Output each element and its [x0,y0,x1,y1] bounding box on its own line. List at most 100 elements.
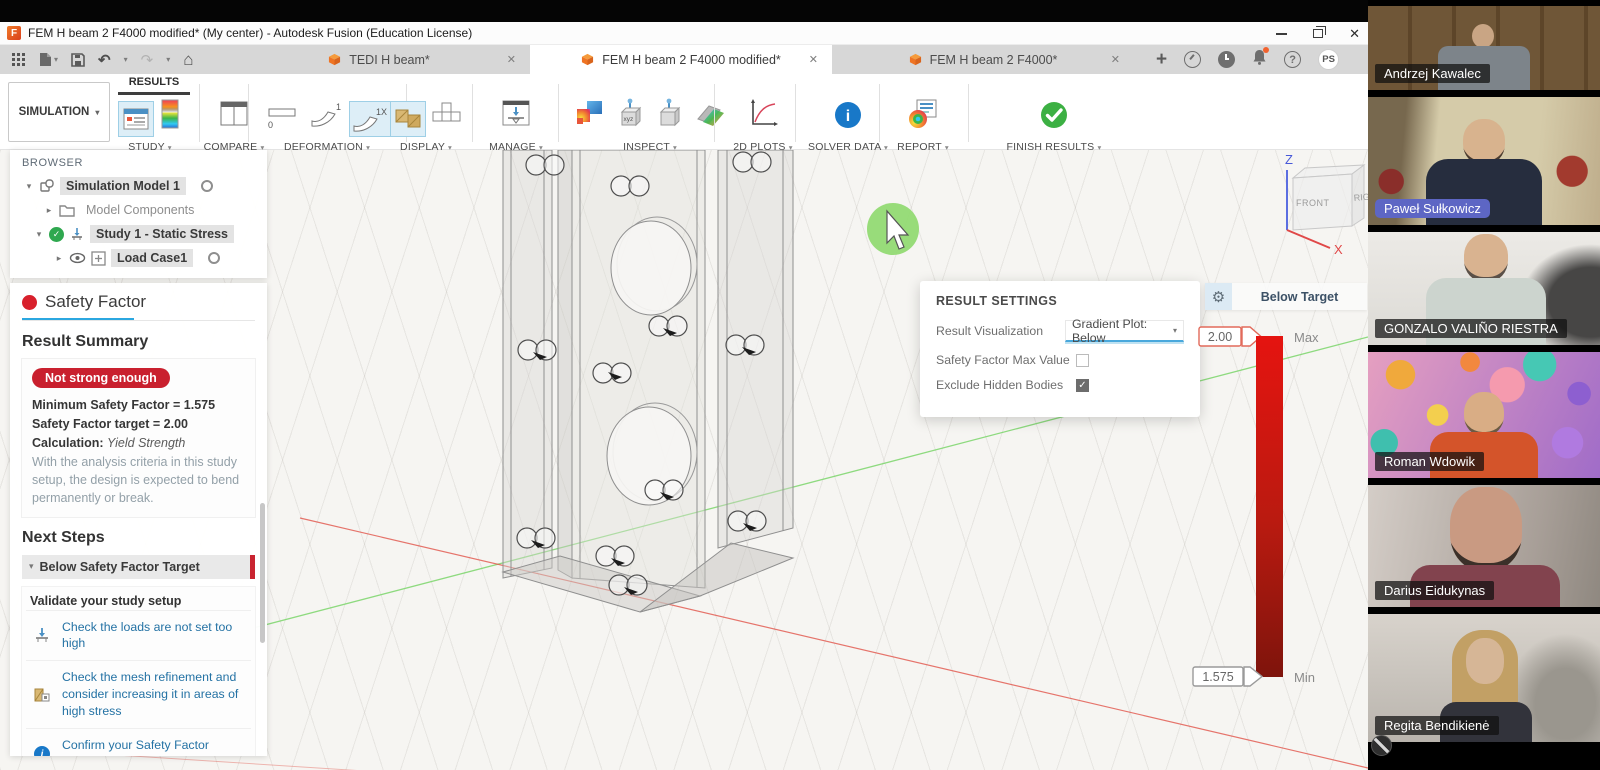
tab-fem-h-beam[interactable]: FEM H beam 2 F4000* ✕ [832,45,1134,74]
view-cube[interactable]: Z FRONT RIGHT X [1285,152,1368,257]
home-icon[interactable]: ⌂ [183,50,193,70]
job-status-icon[interactable] [1184,51,1201,68]
tab-close-icon[interactable]: ✕ [1111,53,1120,66]
tab-close-icon[interactable]: ✕ [507,53,516,66]
results-context-tab[interactable]: RESULTS [118,76,190,88]
tree-item-simulation-model[interactable]: ▾ Simulation Model 1 [10,174,267,198]
safety-factor-legend-bar [1256,336,1283,677]
close-window-button[interactable]: ✕ [1349,27,1360,40]
chevron-down-icon[interactable]: ▾ [34,229,44,240]
cursor [867,203,919,255]
toolbar-divider [248,84,249,142]
app-grid-icon[interactable] [12,53,26,67]
tree-item-label: Simulation Model 1 [60,177,186,195]
tab-tedi-h-beam[interactable]: TEDI H beam* ✕ [228,45,530,74]
dialog-title: RESULT SETTINGS [936,294,1184,308]
solver-data-icon[interactable]: i [832,99,864,136]
deformation-scaled-icon[interactable]: 1 [307,97,345,136]
participant-figure [1464,392,1504,436]
inspect-probe-xyz-icon[interactable]: xyz [614,97,648,136]
notification-dot [1263,47,1269,53]
svg-text:0: 0 [268,120,273,130]
group-report: REPORT ▾ [885,96,961,153]
compare-icon[interactable] [217,97,251,136]
activate-radio-icon[interactable] [208,252,220,264]
2d-plots-icon[interactable] [746,97,780,136]
group-inspect: xyz INSPECT ▾ [562,96,738,153]
participant-video[interactable]: Darius Eidukynas [1368,485,1600,607]
min-safety-factor-line: Minimum Safety Factor = 1.575 [32,396,245,415]
study-report-icon[interactable] [119,102,153,136]
new-file-icon[interactable]: ▾ [39,52,58,67]
visibility-eye-icon[interactable] [69,252,86,264]
exclude-hidden-bodies-checkbox[interactable]: ✓ [1076,379,1089,392]
chevron-down-icon[interactable]: ▾ [24,181,34,192]
toolbar-divider [968,84,969,142]
safety-factor-max-checkbox[interactable] [1076,354,1089,367]
safety-factor-target-line: Safety Factor target = 2.00 [32,415,245,434]
validate-study-card: Validate your study setup Check the load… [22,587,255,757]
display-wire-icon[interactable] [430,97,462,136]
panel-scrollbar-thumb[interactable] [260,503,265,643]
redo-icon[interactable]: ↷ [141,51,154,69]
display-mesh-icon[interactable] [391,102,425,136]
workspace-selector[interactable]: SIMULATION ▾ [8,82,110,142]
tab-fem-h-beam-modified[interactable]: FEM H beam 2 F4000 modified* ✕ [530,45,832,74]
participant-figure [1464,234,1508,282]
finish-results-icon[interactable] [1038,99,1070,136]
suggestion-confirm-requirement[interactable]: i Confirm your Safety Factor requirement [26,728,251,756]
group-finish-results: FINISH RESULTS ▾ [998,96,1110,153]
result-type-title: Safety Factor [45,292,146,312]
recent-activity-icon[interactable] [1218,51,1235,68]
participant-video[interactable]: Paweł Sułkowicz [1368,97,1600,225]
below-target-section-row[interactable]: ▾ Below Safety Factor Target [22,555,255,579]
chevron-right-icon[interactable]: ▸ [44,205,54,216]
participant-video[interactable]: Andrzej Kawalec [1368,6,1600,90]
result-visualization-dropdown[interactable]: Gradient Plot: Below ▾ [1065,320,1184,342]
component-icon [39,178,55,194]
legend-min-value-field[interactable]: 1.575 [1192,666,1270,688]
new-tab-button[interactable]: + [1156,49,1167,71]
activate-radio-icon[interactable] [201,180,213,192]
legend-max-label: Max [1294,330,1319,345]
tree-item-label: Model Components [80,201,200,219]
group-manage: MANAGE ▾ [478,96,554,153]
participant-video[interactable]: GONZALO VALIÑO RIESTRA [1368,232,1600,345]
exclude-hidden-bodies-label: Exclude Hidden Bodies [936,378,1076,392]
tree-item-study-1[interactable]: ▾ ✓ Study 1 - Static Stress [10,222,267,246]
participant-figure [1466,638,1504,684]
participant-video[interactable]: Roman Wdowik [1368,352,1600,478]
toolbar-divider [558,84,559,142]
top-black-strip [0,0,1368,22]
chevron-right-icon[interactable]: ▸ [54,253,64,264]
tab-close-icon[interactable]: ✕ [809,53,818,66]
undo-caret-icon[interactable]: ▾ [124,55,128,64]
result-summary-heading: Result Summary [22,333,255,351]
user-avatar[interactable]: PS [1318,49,1339,70]
inspect-probe-icon[interactable] [653,97,687,136]
legend-gear-icon[interactable]: ⚙ [1205,283,1232,310]
suggestion-mesh-refinement[interactable]: Check the mesh refinement and consider i… [26,660,251,728]
notifications-bell-icon[interactable] [1252,49,1267,70]
inspect-results-icon[interactable] [573,97,609,136]
title-bar: F FEM H beam 2 F4000 modified* (My cente… [0,22,1368,45]
participant-video[interactable]: Regita Bendikienė [1368,614,1600,742]
save-icon[interactable] [71,53,85,67]
undo-icon[interactable]: ↶ [98,51,111,69]
tree-item-load-case[interactable]: ▸ Load Case1 [10,246,267,270]
restore-button[interactable] [1313,29,1323,38]
group-deformation: 0 1 1X DEFORMATION ▾ [252,96,402,153]
redo-caret-icon[interactable]: ▾ [166,55,170,64]
help-icon[interactable]: ? [1284,51,1301,68]
tab-label: FEM H beam 2 F4000* [930,53,1058,67]
suggestion-check-loads[interactable]: Check the loads are not set too high [26,610,251,661]
meeting-control-icon[interactable] [1371,735,1392,756]
study-legend-icon[interactable] [158,97,182,136]
info-icon: i [32,746,52,756]
fusion-doc-icon [909,53,922,66]
report-icon[interactable] [906,97,940,136]
minimize-button[interactable] [1276,33,1287,35]
deformation-actual-icon[interactable]: 0 [264,97,302,136]
tree-item-model-components[interactable]: ▸ Model Components [10,198,267,222]
manage-icon[interactable] [499,97,533,136]
